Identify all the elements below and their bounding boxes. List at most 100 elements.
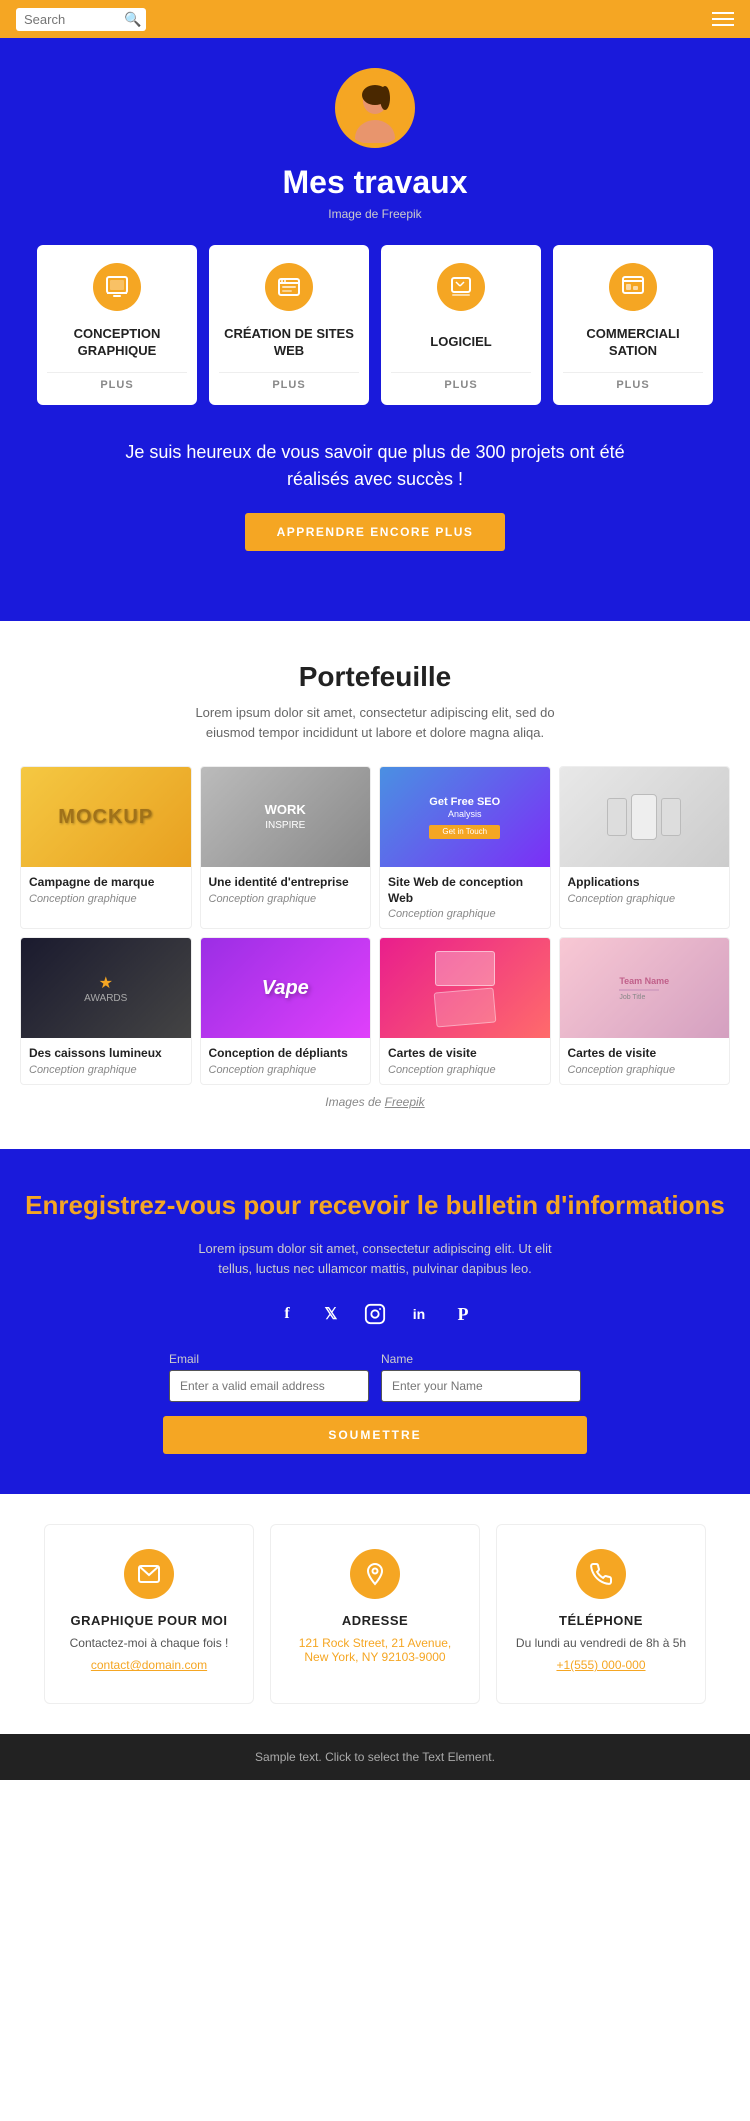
portfolio-item-title-2: Une identité d'entreprise xyxy=(209,875,363,891)
services-grid: CONCEPTION GRAPHIQUE PLUS CRÉATION DE SI… xyxy=(30,245,720,405)
instagram-icon[interactable] xyxy=(361,1300,389,1328)
service-plus-web[interactable]: PLUS xyxy=(219,372,359,391)
pinterest-icon[interactable]: P xyxy=(449,1300,477,1328)
service-title-logiciel: LOGICIEL xyxy=(430,334,491,351)
portfolio-img-6: Vape xyxy=(201,938,371,1038)
portfolio-item-cat-5: Conception graphique xyxy=(29,1064,183,1076)
portfolio-item-title-8: Cartes de visite xyxy=(568,1046,722,1062)
contact-text-telephone: Du lundi au vendredi de 8h à 5h xyxy=(516,1636,686,1650)
portfolio-item-cat-2: Conception graphique xyxy=(209,893,363,905)
search-icon: 🔍 xyxy=(124,11,141,28)
portfolio-item-title-1: Campagne de marque xyxy=(29,875,183,891)
avatar xyxy=(335,68,415,148)
logiciel-icon xyxy=(437,263,485,311)
promo-text: Je suis heureux de vous savoir que plus … xyxy=(20,429,730,513)
contact-text-graphique: Contactez-moi à chaque fois ! xyxy=(70,1636,229,1650)
contact-card-telephone: TÉLÉPHONE Du lundi au vendredi de 8h à 5… xyxy=(496,1524,706,1704)
name-input[interactable] xyxy=(381,1370,581,1402)
portfolio-item-2[interactable]: WORK INSPIRE Une identité d'entreprise C… xyxy=(200,766,372,929)
contact-title-graphique: GRAPHIQUE POUR MOI xyxy=(70,1613,227,1628)
freepik-link[interactable]: Freepik xyxy=(385,1095,425,1109)
service-title-conception: CONCEPTION GRAPHIQUE xyxy=(47,326,187,360)
search-bar[interactable]: 🔍 xyxy=(16,8,146,31)
email-input[interactable] xyxy=(169,1370,369,1402)
contact-link-address[interactable]: 121 Rock Street, 21 Avenue,New York, NY … xyxy=(299,1636,452,1664)
contact-section: GRAPHIQUE POUR MOI Contactez-moi à chaqu… xyxy=(0,1494,750,1734)
portfolio-img-2: WORK INSPIRE xyxy=(201,767,371,867)
newsletter-section: Enregistrez-vous pour recevoir le bullet… xyxy=(0,1149,750,1494)
portfolio-subtitle: Lorem ipsum dolor sit amet, consectetur … xyxy=(185,703,565,742)
linkedin-icon[interactable]: in xyxy=(405,1300,433,1328)
site-header: 🔍 xyxy=(0,0,750,38)
mail-icon xyxy=(124,1549,174,1599)
newsletter-title: Enregistrez-vous pour recevoir le bullet… xyxy=(20,1189,730,1223)
portfolio-grid: MOCKUP Campagne de marque Conception gra… xyxy=(20,766,730,1085)
portfolio-item-title-4: Applications xyxy=(568,875,722,891)
portfolio-item-5[interactable]: ★ AWARDS Des caissons lumineux Conceptio… xyxy=(20,937,192,1085)
hamburger-menu[interactable] xyxy=(712,12,734,26)
service-card-commercial[interactable]: COMMERCIALI SATION PLUS xyxy=(553,245,713,405)
footer-text: Sample text. Click to select the Text El… xyxy=(16,1750,734,1764)
service-plus-logiciel[interactable]: PLUS xyxy=(391,372,531,391)
submit-button[interactable]: SOUMETTRE xyxy=(163,1416,587,1454)
service-card-web[interactable]: CRÉATION DE SITES WEB PLUS xyxy=(209,245,369,405)
service-card-logiciel[interactable]: LOGICIEL PLUS xyxy=(381,245,541,405)
web-icon xyxy=(265,263,313,311)
contact-title-telephone: TÉLÉPHONE xyxy=(559,1613,643,1628)
service-plus-conception[interactable]: PLUS xyxy=(47,372,187,391)
email-label: Email xyxy=(169,1352,369,1366)
twitter-icon[interactable]: 𝕏 xyxy=(317,1300,345,1328)
hero-section: Mes travaux Image de Freepik CONCEPTION … xyxy=(0,38,750,621)
portfolio-img-7 xyxy=(380,938,550,1038)
portfolio-item-cat-7: Conception graphique xyxy=(388,1064,542,1076)
location-icon xyxy=(350,1549,400,1599)
portfolio-item-3[interactable]: Get Free SEO Analysis Get in Touch Site … xyxy=(379,766,551,929)
portfolio-img-4 xyxy=(560,767,730,867)
facebook-icon[interactable]: f xyxy=(273,1300,301,1328)
portfolio-item-title-3: Site Web de conception Web xyxy=(388,875,542,906)
portfolio-item-title-7: Cartes de visite xyxy=(388,1046,542,1062)
hero-image-credit: Image de Freepik xyxy=(20,207,730,221)
portfolio-img-8: Team Name Job Title xyxy=(560,938,730,1038)
phone-icon xyxy=(576,1549,626,1599)
portfolio-item-cat-3: Conception graphique xyxy=(388,908,542,920)
search-input[interactable] xyxy=(24,12,124,27)
portfolio-item-cat-4: Conception graphique xyxy=(568,893,722,905)
service-title-commercial: COMMERCIALI SATION xyxy=(563,326,703,360)
contact-card-graphique: GRAPHIQUE POUR MOI Contactez-moi à chaqu… xyxy=(44,1524,254,1704)
commercial-icon xyxy=(609,263,657,311)
portfolio-item-cat-6: Conception graphique xyxy=(209,1064,363,1076)
service-title-web: CRÉATION DE SITES WEB xyxy=(219,326,359,360)
service-plus-commercial[interactable]: PLUS xyxy=(563,372,703,391)
email-group: Email xyxy=(169,1352,369,1402)
newsletter-subtitle: Lorem ipsum dolor sit amet, consectetur … xyxy=(185,1239,565,1281)
portfolio-item-cat-1: Conception graphique xyxy=(29,893,183,905)
portfolio-img-1: MOCKUP xyxy=(21,767,191,867)
service-card-conception[interactable]: CONCEPTION GRAPHIQUE PLUS xyxy=(37,245,197,405)
portfolio-item-1[interactable]: MOCKUP Campagne de marque Conception gra… xyxy=(20,766,192,929)
contact-title-address: ADRESSE xyxy=(342,1613,408,1628)
site-footer: Sample text. Click to select the Text El… xyxy=(0,1734,750,1780)
portfolio-item-4[interactable]: Applications Conception graphique xyxy=(559,766,731,929)
portfolio-item-title-5: Des caissons lumineux xyxy=(29,1046,183,1062)
social-icons: f 𝕏 in P xyxy=(20,1300,730,1328)
portfolio-item-title-6: Conception de dépliants xyxy=(209,1046,363,1062)
portfolio-item-6[interactable]: Vape Conception de dépliants Conception … xyxy=(200,937,372,1085)
conception-icon xyxy=(93,263,141,311)
name-label: Name xyxy=(381,1352,581,1366)
portfolio-img-5: ★ AWARDS xyxy=(21,938,191,1038)
portfolio-image-credit: Images de Freepik xyxy=(20,1095,730,1109)
contact-link-graphique[interactable]: contact@domain.com xyxy=(91,1658,207,1672)
portfolio-img-3: Get Free SEO Analysis Get in Touch xyxy=(380,767,550,867)
hero-title: Mes travaux xyxy=(20,164,730,201)
portfolio-section: Portefeuille Lorem ipsum dolor sit amet,… xyxy=(0,621,750,1149)
portfolio-item-7[interactable]: Cartes de visite Conception graphique xyxy=(379,937,551,1085)
promo-button[interactable]: APPRENDRE ENCORE PLUS xyxy=(245,513,505,551)
contact-link-telephone[interactable]: +1(555) 000-000 xyxy=(556,1658,645,1672)
portfolio-title: Portefeuille xyxy=(20,661,730,693)
avatar-image xyxy=(340,73,410,143)
contact-card-address: ADRESSE 121 Rock Street, 21 Avenue,New Y… xyxy=(270,1524,480,1704)
name-group: Name xyxy=(381,1352,581,1402)
portfolio-item-8[interactable]: Team Name Job Title Cartes de visite Con… xyxy=(559,937,731,1085)
newsletter-form: Email Name xyxy=(20,1352,730,1402)
